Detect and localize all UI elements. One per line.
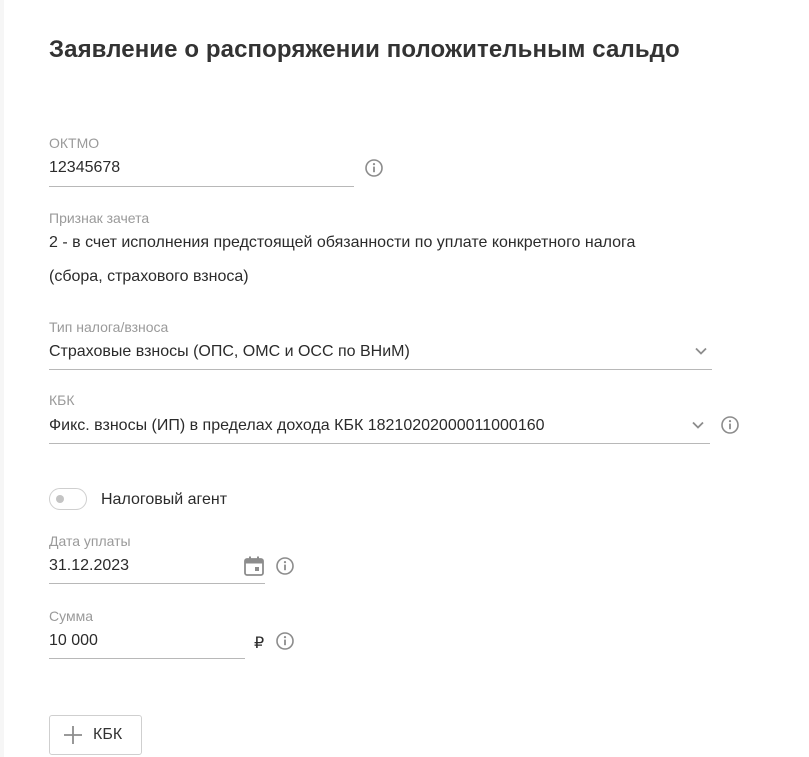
tax-type-label: Тип налога/взноса	[49, 319, 169, 335]
add-kbk-button[interactable]: КБК	[49, 715, 142, 755]
plus-icon	[64, 726, 82, 744]
form-card: Заявление о распоряжении положительным с…	[4, 0, 809, 757]
info-icon[interactable]	[275, 556, 295, 576]
currency-symbol: ₽	[254, 635, 265, 652]
offset-sign-label: Признак зачета	[49, 210, 150, 226]
amount-underline	[49, 658, 245, 659]
oktmo-input[interactable]: 12345678	[49, 159, 120, 177]
payment-date-underline	[49, 583, 265, 584]
add-kbk-button-label: КБК	[93, 726, 123, 743]
tax-type-select[interactable]: Страховые взносы (ОПС, ОМС и ОСС по ВНиМ…	[49, 343, 410, 361]
oktmo-underline	[49, 186, 354, 187]
info-icon[interactable]	[275, 631, 295, 651]
payment-date-label: Дата уплаты	[49, 533, 131, 549]
toggle-knob	[56, 495, 64, 503]
tax-agent-toggle[interactable]	[49, 488, 87, 510]
tax-agent-label: Налоговый агент	[101, 491, 228, 508]
payment-date-input[interactable]: 31.12.2023	[49, 557, 129, 575]
kbk-select[interactable]: Фикс. взносы (ИП) в пределах дохода КБК …	[49, 417, 545, 435]
oktmo-label: ОКТМО	[49, 135, 100, 151]
kbk-underline	[49, 443, 710, 444]
info-icon[interactable]	[720, 415, 740, 435]
offset-sign-value-line1: 2 - в счет исполнения предстоящей обязан…	[49, 234, 636, 251]
chevron-down-icon[interactable]	[690, 417, 706, 433]
offset-sign-value-line2: (сбора, страхового взноса)	[49, 268, 249, 285]
calendar-icon[interactable]	[243, 555, 265, 577]
amount-label: Сумма	[49, 608, 93, 624]
page-title: Заявление о распоряжении положительным с…	[49, 36, 680, 63]
info-icon[interactable]	[364, 158, 384, 178]
kbk-label: КБК	[49, 392, 75, 408]
amount-input[interactable]: 10 000	[49, 632, 98, 650]
chevron-down-icon[interactable]	[693, 343, 709, 359]
tax-type-underline	[49, 369, 712, 370]
